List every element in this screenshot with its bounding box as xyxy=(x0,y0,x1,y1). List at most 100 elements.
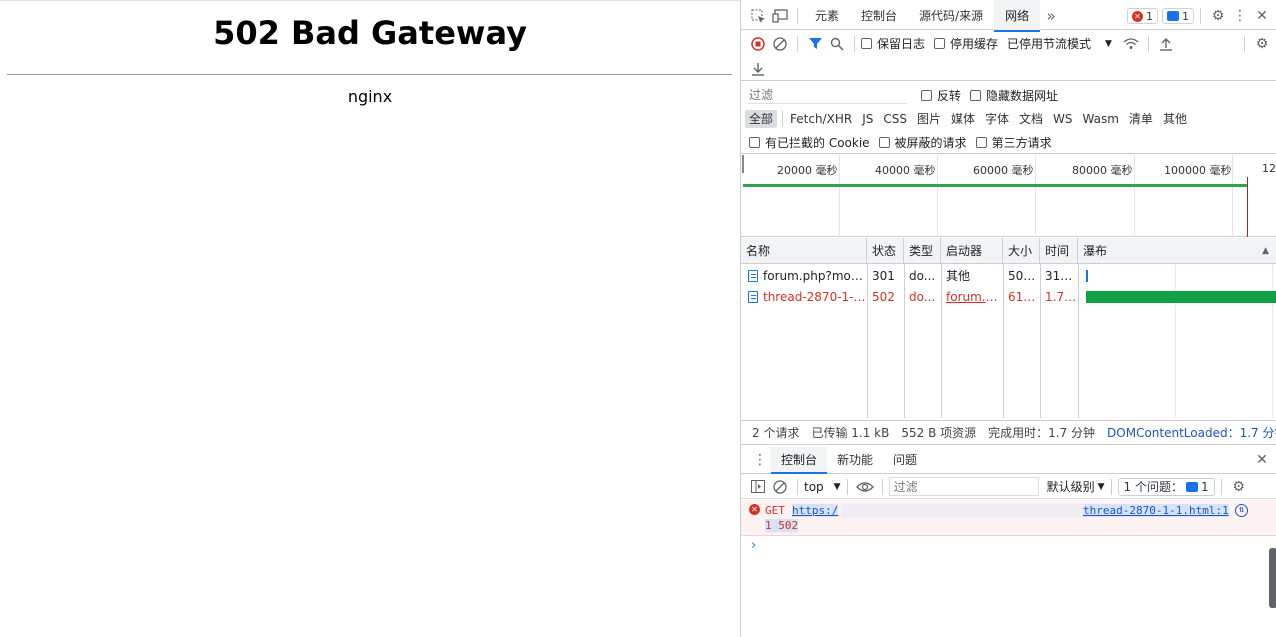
inspect-element-icon[interactable] xyxy=(747,5,769,27)
type-filter-fetch-xhr[interactable]: Fetch/XHR xyxy=(786,110,856,128)
toolbar-separator xyxy=(797,35,798,52)
context-value: top xyxy=(804,479,824,494)
console-error-message: ✕ GET https:/ thread-2870-1-1.html:1 ⇅ 1… xyxy=(741,500,1276,536)
request-size: 509... xyxy=(1008,269,1040,283)
import-har-icon[interactable] xyxy=(1155,33,1177,55)
request-initiator-link[interactable]: forum.p... xyxy=(941,287,1003,308)
record-stop-icon[interactable] xyxy=(747,33,769,55)
console-prompt-chevron-icon[interactable]: › xyxy=(751,538,756,553)
type-filter-img[interactable]: 图片 xyxy=(913,110,945,128)
tab-network[interactable]: 网络 xyxy=(994,0,1041,32)
error-count-badge[interactable]: ✕ 1 xyxy=(1127,8,1158,24)
scrollbar-thumb[interactable] xyxy=(1269,548,1276,608)
column-header-name[interactable]: 名称 xyxy=(741,238,867,264)
request-type: do... xyxy=(909,290,936,304)
transferred-size: 已传输 1.1 kB xyxy=(811,426,890,440)
finish-time: 完成用时：1.7 分钟 xyxy=(988,426,1096,440)
throttling-value: 已停用节流模式 xyxy=(1007,37,1092,51)
overview-tick-label: 60000 毫秒 xyxy=(973,164,1034,177)
table-row[interactable]: thread-2870-1-1... 502 do... forum.p... … xyxy=(741,287,1276,308)
toolbar-separator xyxy=(854,35,855,52)
error-method: GET xyxy=(765,504,785,517)
console-settings-gear-icon[interactable]: ⚙ xyxy=(1228,476,1250,498)
column-header-time[interactable]: 时间 xyxy=(1040,238,1078,264)
table-row[interactable]: forum.php?mod... 301 do... 其他 509... 318… xyxy=(741,266,1276,287)
message-count-badge[interactable]: 1 xyxy=(1162,8,1194,24)
type-filter-manifest[interactable]: 清单 xyxy=(1125,110,1157,128)
hide-data-urls-checkbox[interactable]: 隐藏数据网址 xyxy=(970,87,1058,104)
search-icon[interactable] xyxy=(826,33,848,55)
type-filter-css[interactable]: CSS xyxy=(879,110,911,128)
log-level-select[interactable]: 默认级别 ▼ xyxy=(1047,478,1105,495)
error-source-link[interactable]: thread-2870-1-1.html:1 xyxy=(1083,504,1229,517)
preserve-log-checkbox[interactable]: 保留日志 xyxy=(861,35,925,52)
filter-input[interactable]: 过滤 xyxy=(747,86,907,104)
context-select[interactable]: top ▼ xyxy=(804,480,841,494)
overview-tick-label: 80000 毫秒 xyxy=(1072,164,1133,177)
close-devtools-icon[interactable]: ✕ xyxy=(1251,5,1273,27)
more-options-icon[interactable]: ⋮ xyxy=(1229,5,1251,27)
type-filter-font[interactable]: 字体 xyxy=(981,110,1013,128)
devtools-panel: 元素 控制台 源代码/来源 网络 » ✕ 1 1 ⚙ ⋮ ✕ 保留日志 停用缓存… xyxy=(740,0,1276,637)
type-filter-js[interactable]: JS xyxy=(858,110,877,128)
network-conditions-wifi-icon[interactable] xyxy=(1120,33,1142,55)
network-settings-gear-icon[interactable]: ⚙ xyxy=(1251,33,1273,55)
network-status-bar: 2 个请求 已传输 1.1 kB 552 B 项资源 完成用时：1.7 分钟 D… xyxy=(741,420,1276,445)
column-header-size[interactable]: 大小 xyxy=(1003,238,1040,264)
toolbar-separator xyxy=(1220,478,1222,495)
drawer-tab-console[interactable]: 控制台 xyxy=(771,446,828,474)
column-header-type[interactable]: 类型 xyxy=(904,238,941,264)
request-name-cell[interactable]: forum.php?mod... xyxy=(743,266,867,287)
console-filter-input[interactable]: 过滤 xyxy=(888,477,1039,496)
error-url-start[interactable]: https:/ xyxy=(792,504,839,517)
network-overview-timeline[interactable]: 20000 毫秒 40000 毫秒 60000 毫秒 80000 毫秒 1000… xyxy=(741,155,1276,237)
type-filter-doc[interactable]: 文档 xyxy=(1015,110,1047,128)
overview-tick-label: 120 xyxy=(1262,162,1276,175)
throttling-select[interactable]: 已停用节流模式 ▼ xyxy=(1007,35,1112,52)
blocked-requests-checkbox[interactable]: 被屏蔽的请求 xyxy=(878,134,967,151)
tab-sources[interactable]: 源代码/来源 xyxy=(908,0,994,32)
filter-funnel-icon[interactable] xyxy=(804,33,826,55)
device-toolbar-icon[interactable] xyxy=(769,5,791,27)
clear-console-icon[interactable] xyxy=(769,476,791,498)
network-toolbar: 保留日志 停用缓存 已停用节流模式 ▼ ⚙ xyxy=(741,31,1276,56)
type-filter-ws[interactable]: WS xyxy=(1049,110,1076,128)
requests-table: 名称 状态 类型 启动器 大小 时间 瀑布 ▲ forum.php?mod...… xyxy=(741,238,1276,418)
live-expression-eye-icon[interactable] xyxy=(854,476,876,498)
overview-start-handle[interactable] xyxy=(742,155,744,173)
overview-tick-label: 20000 毫秒 xyxy=(777,164,838,177)
close-drawer-icon[interactable]: ✕ xyxy=(1251,449,1273,471)
column-header-status[interactable]: 状态 xyxy=(867,238,904,264)
issues-button[interactable]: 1 个问题： 1 xyxy=(1117,477,1215,496)
tab-console[interactable]: 控制台 xyxy=(850,0,908,32)
type-filter-other[interactable]: 其他 xyxy=(1159,110,1191,128)
export-har-icon[interactable] xyxy=(747,58,769,80)
settings-gear-icon[interactable]: ⚙ xyxy=(1207,5,1229,27)
more-tabs-icon[interactable]: » xyxy=(1040,5,1062,27)
invert-label: 反转 xyxy=(937,88,962,103)
blocked-cookies-checkbox[interactable]: 有已拦截的 Cookie xyxy=(749,134,870,151)
disable-cache-label: 停用缓存 xyxy=(950,37,999,51)
log-level-value: 默认级别 xyxy=(1046,480,1095,494)
disable-cache-checkbox[interactable]: 停用缓存 xyxy=(934,35,998,52)
column-header-initiator[interactable]: 启动器 xyxy=(941,238,1003,264)
drawer-menu-icon[interactable]: ⋮ xyxy=(749,449,771,471)
invert-checkbox[interactable]: 反转 xyxy=(921,87,961,104)
resource-type-filters: 全部 Fetch/XHR JS CSS 图片 媒体 字体 文档 WS Wasm … xyxy=(741,108,1276,130)
console-sidebar-icon[interactable] xyxy=(747,476,769,498)
type-filter-wasm[interactable]: Wasm xyxy=(1079,110,1123,128)
tab-elements[interactable]: 元素 xyxy=(804,0,850,32)
overview-gridline xyxy=(1035,155,1036,237)
column-header-waterfall[interactable]: 瀑布 ▲ xyxy=(1078,238,1276,264)
third-party-checkbox[interactable]: 第三方请求 xyxy=(975,134,1052,151)
waterfall-bar xyxy=(1086,270,1088,282)
type-filter-all[interactable]: 全部 xyxy=(745,110,778,128)
clear-icon[interactable] xyxy=(769,33,791,55)
toolbar-separator xyxy=(846,478,848,495)
request-name-cell[interactable]: thread-2870-1-1... xyxy=(743,287,867,308)
type-filter-media[interactable]: 媒体 xyxy=(947,110,979,128)
drawer-tab-issues[interactable]: 问题 xyxy=(883,447,927,474)
chevron-down-icon: ▼ xyxy=(1097,481,1105,492)
drawer-tab-whats-new[interactable]: 新功能 xyxy=(827,447,883,474)
network-request-icon[interactable]: ⇅ xyxy=(1235,504,1248,517)
